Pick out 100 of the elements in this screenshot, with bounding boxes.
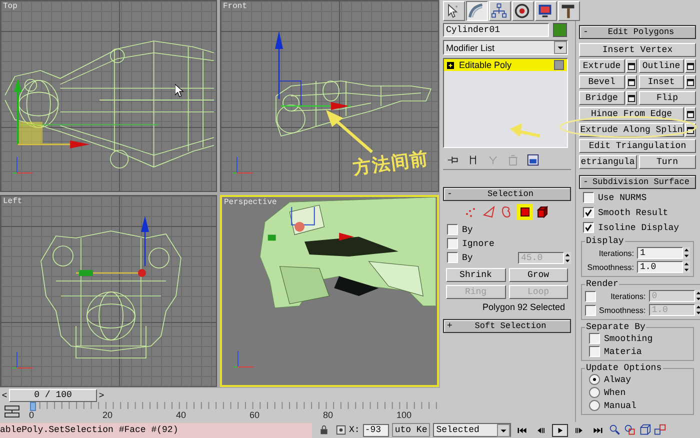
configure-icon[interactable]	[527, 154, 539, 166]
edit-polygon-button[interactable]: Turn	[638, 155, 696, 169]
object-color-swatch[interactable]	[553, 23, 567, 37]
monitor-icon[interactable]	[537, 3, 553, 19]
settings-box-icon[interactable]	[687, 110, 694, 118]
settings-box-icon[interactable]	[687, 78, 694, 86]
group-title: Update Options	[585, 363, 663, 373]
sub-object-toggle[interactable]	[554, 60, 564, 70]
pin-icon[interactable]	[447, 154, 459, 166]
field-label: Smoothness:	[587, 262, 634, 272]
modifier-list-dropdown[interactable]: Modifier List	[443, 40, 568, 55]
edit-polygon-button[interactable]: Bevel	[579, 75, 624, 89]
checkbox[interactable]	[583, 222, 594, 233]
x-coordinate-field[interactable]: -93	[362, 424, 389, 436]
time-slider-thumb[interactable]: 0 / 100	[9, 388, 97, 402]
play-icon[interactable]	[552, 424, 568, 436]
annotation-arrow	[510, 123, 540, 138]
key-filter-dropdown[interactable]: Selected	[433, 423, 512, 437]
triangle-outline-icon[interactable]	[481, 204, 497, 220]
magnifier-icon[interactable]	[609, 424, 622, 436]
edit-polygon-button[interactable]: Extrude	[579, 59, 624, 73]
settings-box-icon[interactable]	[687, 62, 694, 70]
settings-box-icon[interactable]	[628, 78, 634, 86]
cube-icon[interactable]	[535, 204, 551, 220]
object-name-field[interactable]: Cylinder01	[443, 23, 549, 37]
checkbox[interactable]	[447, 224, 458, 235]
checkbox-label: Isoline Display	[598, 222, 680, 232]
checkbox-label: By	[462, 252, 473, 262]
curve-icon[interactable]	[468, 3, 484, 19]
rollout-header[interactable]: - Selection	[443, 187, 571, 201]
edit-polygon-button[interactable]: etriangula	[579, 155, 636, 169]
rollout-header[interactable]: - Subdivision Surface	[579, 175, 696, 189]
settings-button[interactable]	[685, 107, 696, 121]
radio-button[interactable]	[589, 387, 600, 398]
spinner-field[interactable]: 1.0	[637, 261, 683, 273]
viewport[interactable]: Perspective	[220, 195, 439, 387]
frame-number: 20	[102, 410, 114, 420]
edit-polygon-button[interactable]: Flip	[638, 91, 696, 105]
group-title: Separate By	[585, 322, 646, 332]
checkbox[interactable]	[589, 346, 600, 357]
viewport-label[interactable]: Perspective	[224, 198, 277, 207]
lock-icon[interactable]	[319, 425, 329, 435]
cubes-outline-icon[interactable]	[654, 424, 666, 436]
radio-label: When	[604, 388, 626, 398]
checkbox-label: By	[462, 224, 473, 234]
polygon-icon[interactable]	[517, 204, 533, 220]
radio-button[interactable]	[589, 374, 600, 385]
checkbox[interactable]	[589, 333, 600, 344]
edit-polygon-button[interactable]: Outline	[638, 59, 684, 73]
previous-frame-button[interactable]: <	[0, 388, 9, 402]
annotation-arrow	[326, 110, 373, 154]
viewport-label[interactable]: Top	[3, 2, 18, 11]
spinner-arrows-icon[interactable]	[683, 247, 690, 259]
hammer-icon[interactable]	[560, 3, 576, 19]
checkbox-label: Smooth Result	[598, 208, 668, 218]
rollout-header[interactable]: - Edit Polygons	[579, 25, 696, 39]
coordinate-label: X:	[349, 425, 360, 435]
cube-outline-icon[interactable]	[639, 424, 652, 436]
radio-label: Manual	[604, 400, 636, 410]
settings-box-icon[interactable]	[628, 94, 634, 102]
edit-polygon-button[interactable]: Insert Vertex	[579, 43, 696, 57]
mouse-cursor-icon	[175, 84, 184, 97]
viewport[interactable]: Top	[0, 0, 217, 192]
expand-icon[interactable]	[447, 62, 454, 68]
zoom-all-icon[interactable]	[624, 424, 636, 436]
edit-polygon-button[interactable]: Inset	[638, 75, 684, 89]
edit-polygon-button[interactable]: Bridge	[579, 91, 624, 105]
selection-button[interactable]: Shrink	[446, 268, 506, 282]
edit-polygon-button[interactable]: Edit Triangulation	[579, 139, 696, 153]
edit-polygon-button[interactable]: Extrude Along Splin	[579, 123, 684, 137]
hierarchy-icon[interactable]	[491, 3, 507, 19]
settings-button[interactable]	[685, 59, 696, 73]
modifier-stack-item[interactable]: Editable Poly	[444, 59, 567, 71]
checkbox[interactable]	[447, 252, 458, 263]
selection-button[interactable]: Grow	[508, 268, 568, 282]
next-frame-button[interactable]: >	[97, 388, 106, 402]
transform-mode-icon[interactable]	[336, 425, 346, 435]
checkbox[interactable]	[447, 238, 458, 249]
checkbox[interactable]	[583, 207, 594, 218]
settings-box-icon[interactable]	[628, 62, 634, 70]
radio-button[interactable]	[589, 400, 600, 411]
frame-number: 40	[176, 410, 188, 420]
spinner-field[interactable]: 1	[637, 247, 683, 259]
checkbox[interactable]	[583, 192, 594, 203]
settings-button[interactable]	[685, 75, 696, 89]
selection-status: Polygon 92 Selected	[481, 301, 566, 314]
rollout-header[interactable]: + Soft Selection	[443, 319, 571, 333]
settings-button[interactable]	[626, 91, 636, 105]
settings-button[interactable]	[626, 75, 636, 89]
checkbox-label: Smoothing	[604, 334, 653, 344]
circle-icon[interactable]	[514, 3, 530, 19]
frame-number: 100	[396, 410, 412, 420]
settings-button[interactable]	[626, 59, 636, 73]
spinner-arrows-icon[interactable]	[683, 261, 690, 273]
fork-icon[interactable]	[467, 154, 479, 166]
current-frame-marker[interactable]	[30, 402, 36, 411]
auto-key-button[interactable]: uto Ke	[392, 423, 430, 437]
curve-editor-icon[interactable]	[4, 405, 20, 419]
field-label: Smoothness:	[599, 306, 646, 314]
spinner-arrows-icon[interactable]	[564, 252, 571, 264]
